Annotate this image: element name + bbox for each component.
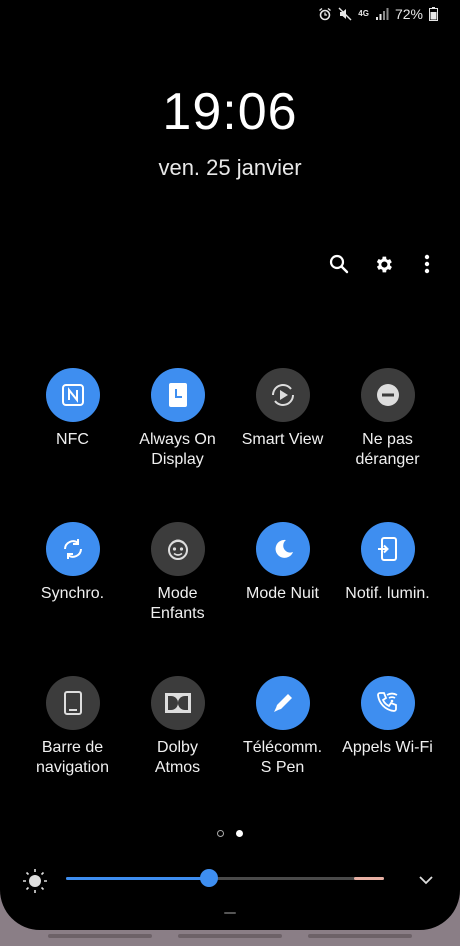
page-dot-1[interactable] bbox=[217, 830, 224, 837]
system-navigation-bar bbox=[0, 934, 460, 938]
tile-label: Appels Wi-Fi bbox=[342, 739, 433, 756]
clock-time: 19:06 bbox=[162, 83, 298, 141]
brightness-slider[interactable] bbox=[66, 869, 384, 887]
battery-icon bbox=[429, 7, 438, 21]
more-options-icon[interactable] bbox=[416, 252, 438, 276]
do-not-disturb-icon[interactable] bbox=[360, 368, 415, 422]
tile-label: Smart View bbox=[241, 431, 324, 448]
alarm-icon bbox=[319, 7, 332, 21]
quick-settings-panel: 4G 72% 19:06 ven. 25 janvier NFC Always … bbox=[0, 0, 460, 930]
sync-icon[interactable] bbox=[45, 522, 100, 576]
tile-label: Notif. lumin. bbox=[345, 585, 430, 602]
tile-navigation-bar[interactable]: Barre de navigation bbox=[20, 676, 125, 778]
tile-label: Barre de navigation bbox=[36, 739, 109, 776]
tile-do-not-disturb[interactable]: Ne pas déranger bbox=[335, 368, 440, 470]
tile-label: Télécomm. S Pen bbox=[242, 739, 323, 776]
dolby-icon[interactable] bbox=[150, 676, 205, 730]
clock-date: ven. 25 janvier bbox=[158, 155, 302, 180]
tile-label: Ne pas déranger bbox=[355, 431, 420, 468]
brightness-control bbox=[22, 866, 438, 894]
nav-home[interactable] bbox=[178, 934, 282, 938]
tile-edge-lighting[interactable]: Notif. lumin. bbox=[335, 522, 440, 604]
wifi-calling-icon[interactable] bbox=[360, 676, 415, 730]
page-indicator bbox=[0, 830, 460, 837]
settings-gear-icon[interactable] bbox=[372, 252, 394, 276]
brightness-sun-icon bbox=[23, 869, 47, 893]
brightness-fill bbox=[66, 877, 210, 880]
edge-lighting-icon[interactable] bbox=[360, 522, 415, 576]
smart-view-icon[interactable] bbox=[255, 368, 310, 422]
nav-back[interactable] bbox=[308, 934, 412, 938]
panel-drag-handle[interactable] bbox=[224, 912, 236, 914]
tile-label: Mode Nuit bbox=[246, 585, 319, 602]
battery-percent: 72% bbox=[394, 6, 423, 22]
brightness-high-segment bbox=[354, 877, 384, 880]
tile-dolby-atmos[interactable]: Dolby Atmos bbox=[125, 676, 230, 778]
tile-night-mode[interactable]: Mode Nuit bbox=[230, 522, 335, 604]
network-4g-icon: 4G bbox=[358, 9, 369, 18]
tile-label: Always On Display bbox=[139, 431, 216, 468]
tile-sync[interactable]: Synchro. bbox=[20, 522, 125, 604]
tile-nfc[interactable]: NFC bbox=[20, 368, 125, 450]
tile-wifi-calling[interactable]: Appels Wi-Fi bbox=[335, 676, 440, 758]
mute-icon bbox=[338, 7, 352, 21]
page-dot-2[interactable] bbox=[236, 830, 243, 837]
signal-icon bbox=[375, 8, 389, 20]
tile-label: Dolby Atmos bbox=[154, 739, 201, 776]
s-pen-remote-icon[interactable] bbox=[255, 676, 310, 730]
nfc-icon[interactable] bbox=[45, 368, 100, 422]
tile-s-pen-remote[interactable]: Télécomm. S Pen bbox=[230, 676, 335, 778]
tile-kids-mode[interactable]: Mode Enfants bbox=[125, 522, 230, 624]
always-on-display-icon[interactable] bbox=[150, 368, 205, 422]
tile-label: Synchro. bbox=[40, 585, 105, 602]
panel-toolbar bbox=[328, 252, 438, 276]
tile-label: NFC bbox=[56, 431, 89, 448]
tile-always-on-display[interactable]: Always On Display bbox=[125, 368, 230, 470]
status-bar: 4G 72% bbox=[318, 6, 438, 22]
search-icon[interactable] bbox=[328, 252, 350, 276]
night-mode-moon-icon[interactable] bbox=[255, 522, 310, 576]
navigation-bar-icon[interactable] bbox=[45, 676, 100, 730]
tile-label: Mode Enfants bbox=[150, 585, 205, 622]
chevron-down-icon[interactable] bbox=[418, 872, 434, 888]
brightness-thumb[interactable] bbox=[200, 869, 219, 887]
kids-mode-icon[interactable] bbox=[150, 522, 205, 576]
nav-recents[interactable] bbox=[48, 934, 152, 938]
tile-smart-view[interactable]: Smart View bbox=[230, 368, 335, 450]
